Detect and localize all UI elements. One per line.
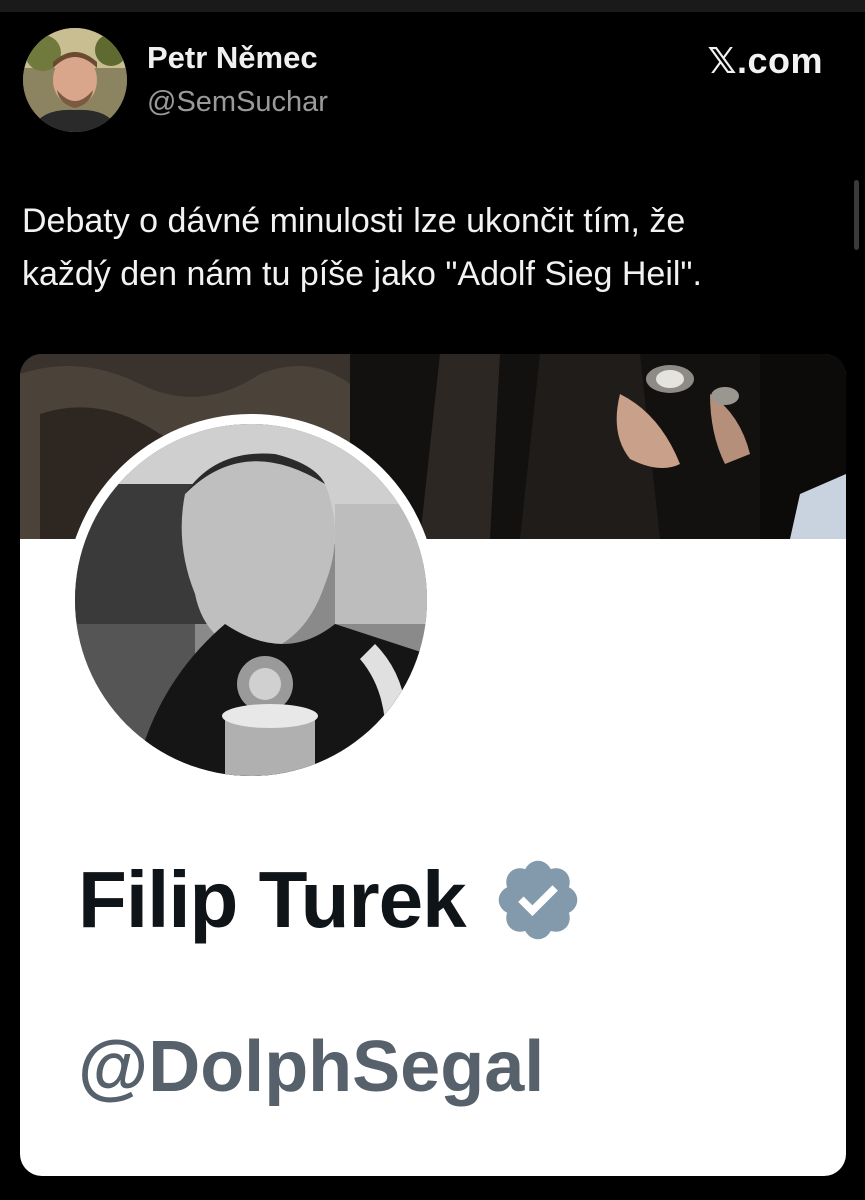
author-handle[interactable]: @SemSuchar — [147, 86, 328, 119]
embedded-profile-screenshot[interactable]: Filip Turek @DolphSegal — [20, 354, 846, 1176]
profile-display-name: Filip Turek — [78, 854, 584, 946]
x-logo-source[interactable]: 𝕏.com — [707, 40, 823, 82]
tweet-line: každý den nám tu píše jako "Adolf Sieg H… — [22, 255, 702, 293]
profile-photo-image — [75, 424, 427, 776]
profile-display-name-text: Filip Turek — [78, 855, 467, 944]
tweet-text: Debaty o dávné minulosti lze ukončit tím… — [22, 195, 842, 301]
profile-handle: @DolphSegal — [78, 1027, 545, 1107]
top-strip — [0, 0, 865, 12]
verified-badge-icon — [492, 854, 584, 946]
author-avatar[interactable] — [23, 28, 127, 132]
profile-photo[interactable] — [65, 414, 437, 786]
tweet-line: Debaty o dávné minulosti lze ukončit tím… — [22, 202, 686, 240]
author-name[interactable]: Petr Němec — [147, 40, 318, 76]
author-avatar-image — [23, 28, 127, 132]
scrollbar[interactable] — [854, 180, 859, 250]
